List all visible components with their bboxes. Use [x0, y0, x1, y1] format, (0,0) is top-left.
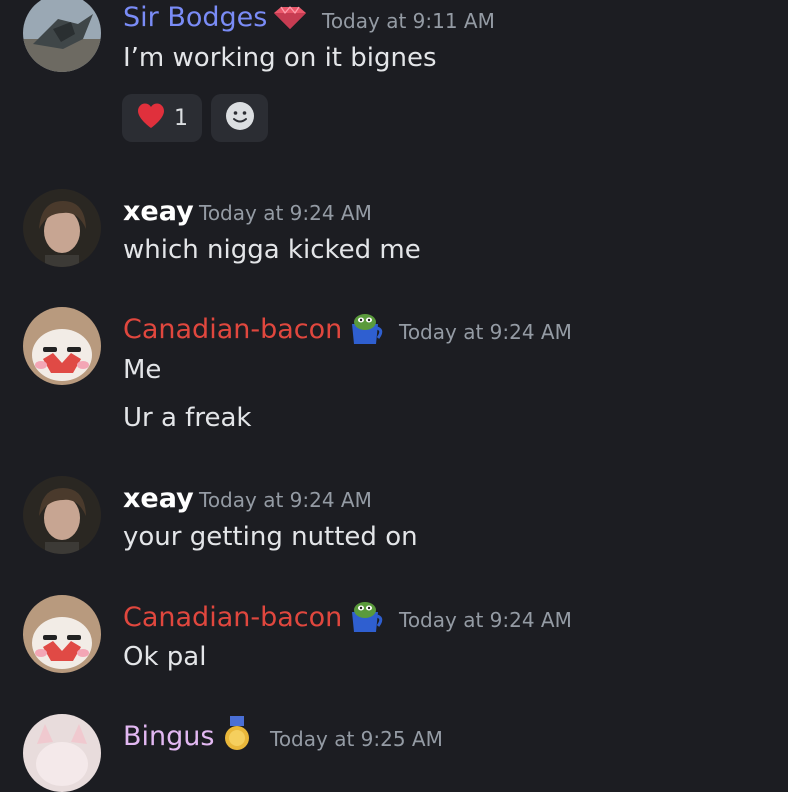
message-text: your getting nutted on — [123, 522, 418, 552]
timestamp: Today at 9:24 AM — [399, 320, 572, 344]
avatar-bingus[interactable] — [23, 714, 101, 792]
author-name[interactable]: Canadian-bacon — [123, 314, 342, 345]
author-name[interactable]: xeay — [123, 483, 194, 514]
avatar-canadian-bacon[interactable] — [23, 307, 101, 385]
message-text: I’m working on it bignes — [123, 43, 437, 73]
author-name[interactable]: Canadian-bacon — [123, 602, 342, 633]
author-name[interactable]: Bingus — [123, 721, 214, 752]
timestamp: Today at 9:24 AM — [199, 488, 372, 512]
avatar-sir-bodges[interactable] — [23, 0, 101, 72]
author-name[interactable]: Sir Bodges — [123, 2, 267, 33]
timestamp: Today at 9:25 AM — [270, 727, 443, 751]
message-text: Me — [123, 355, 162, 385]
heart-icon — [136, 102, 166, 134]
avatar-canadian-bacon[interactable] — [23, 595, 101, 673]
timestamp: Today at 9:11 AM — [322, 9, 495, 33]
gem-icon — [272, 6, 308, 34]
pepe-mug-icon — [348, 600, 384, 638]
reaction-count: 1 — [174, 105, 188, 131]
timestamp: Today at 9:24 AM — [399, 608, 572, 632]
message-text: Ok pal — [123, 642, 207, 672]
avatar-xeay[interactable] — [23, 189, 101, 267]
timestamp: Today at 9:24 AM — [199, 201, 372, 225]
add-reaction-button[interactable] — [211, 94, 268, 142]
reaction-heart[interactable]: 1 — [122, 94, 202, 142]
medal-icon — [222, 716, 252, 756]
pepe-mug-icon — [348, 312, 384, 350]
message-text: which nigga kicked me — [123, 235, 421, 265]
avatar-xeay[interactable] — [23, 476, 101, 554]
message-text: Ur a freak — [123, 403, 252, 433]
author-name[interactable]: xeay — [123, 196, 194, 227]
smiley-icon — [225, 101, 255, 135]
